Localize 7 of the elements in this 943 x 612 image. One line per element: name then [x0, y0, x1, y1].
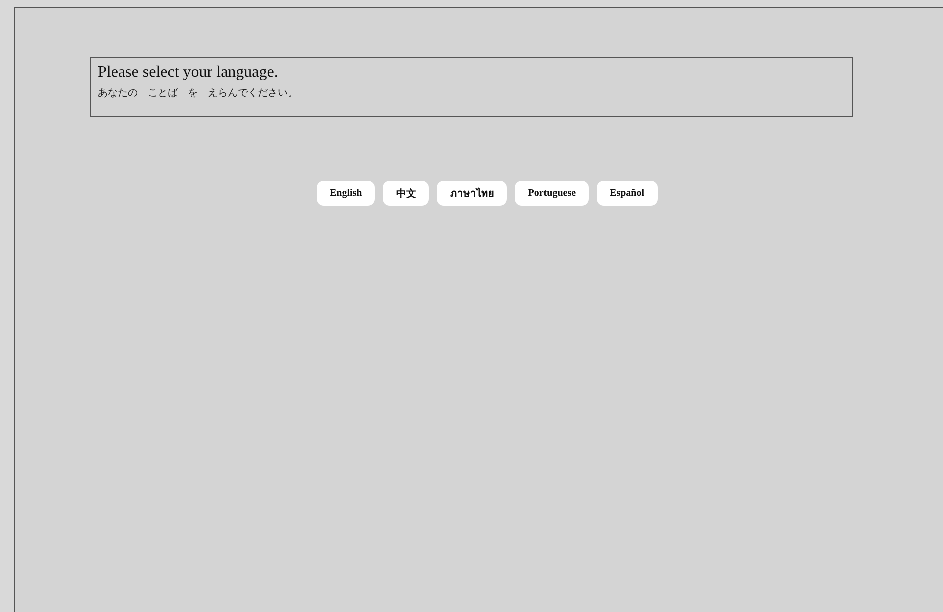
prompt-title: Please select your language.	[98, 63, 280, 83]
language-button[interactable]: Portuguese	[515, 181, 590, 206]
language-button[interactable]: 中文	[383, 181, 430, 206]
language-button[interactable]: Español	[597, 181, 658, 206]
language-button[interactable]: ภาษาไทย	[437, 181, 508, 206]
prompt-subtitle: あなたの ことば を えらんでください。	[98, 87, 299, 100]
language-button[interactable]: English	[317, 181, 376, 206]
